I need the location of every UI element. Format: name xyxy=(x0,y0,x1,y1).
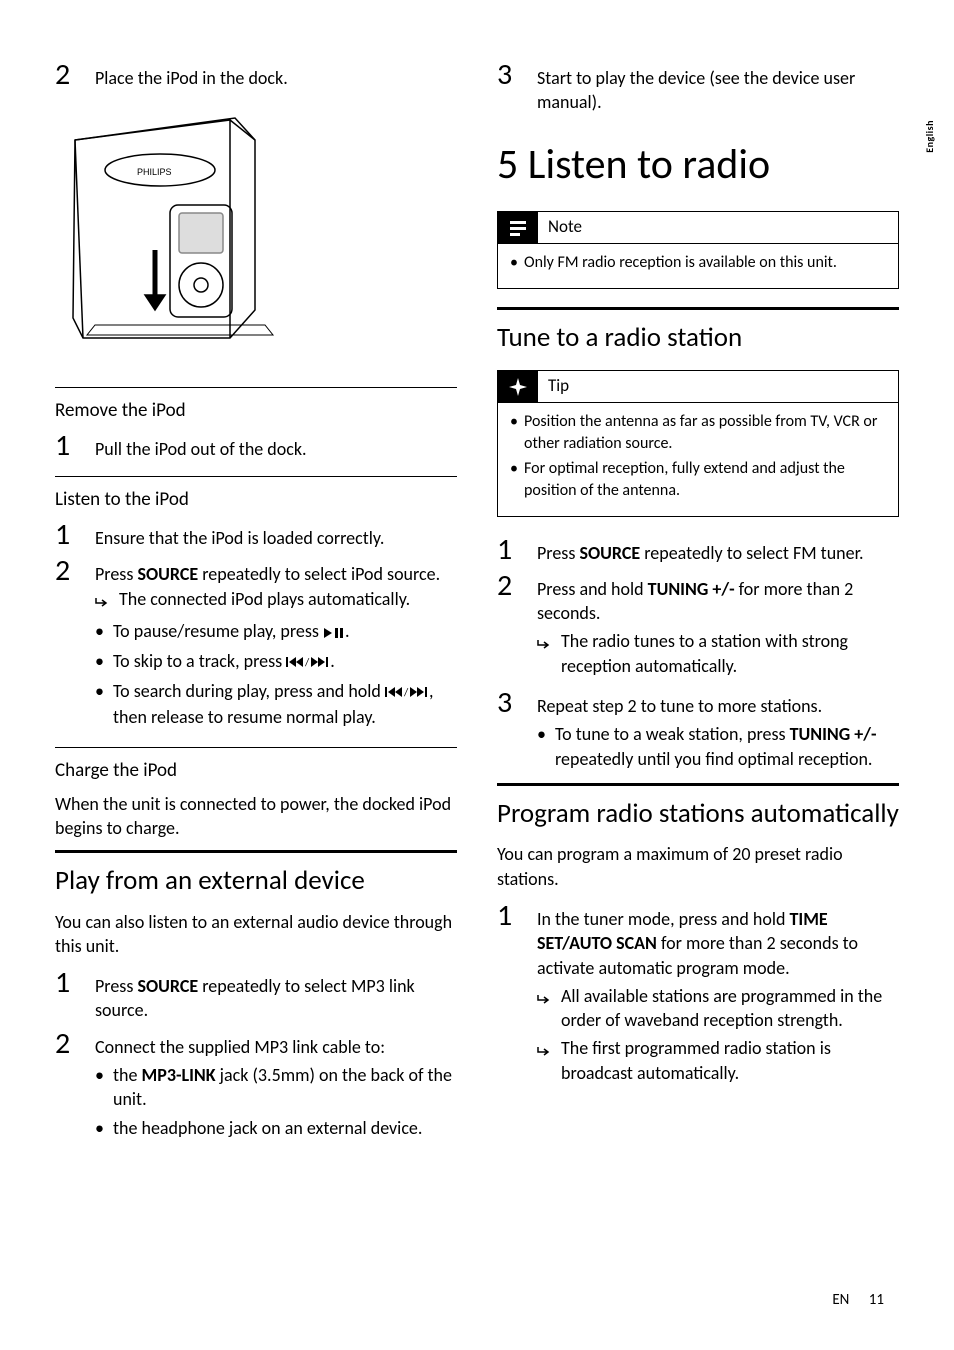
step-number: 3 xyxy=(497,60,521,90)
program-body: You can program a maximum of 20 preset r… xyxy=(497,842,899,891)
note-item: Only FM radio reception is available on … xyxy=(510,252,886,274)
result-arrow-icon xyxy=(537,633,551,657)
page-content: 2 Place the iPod in the dock. PHILIPS xyxy=(0,0,954,1350)
footer-lang: EN xyxy=(832,1291,849,1309)
skip-prev-next-icon: / xyxy=(286,650,330,674)
result-arrow-icon xyxy=(537,988,551,1012)
list-item: the headphone jack on an external device… xyxy=(113,1116,457,1140)
step-text: Press SOURCE repeatedly to select FM tun… xyxy=(537,537,899,565)
step-tune-2: 2 Press and hold TUNING +/- for more tha… xyxy=(497,571,899,682)
svg-text:PHILIPS: PHILIPS xyxy=(137,167,172,177)
step-ext-1: 1 Press SOURCE repeatedly to select MP3 … xyxy=(55,968,457,1023)
tip-callout: Tip Position the antenna as far as possi… xyxy=(497,370,899,516)
step-number: 2 xyxy=(55,556,79,586)
step-text: In the tuner mode, press and hold TIME S… xyxy=(537,903,899,1089)
step-text: Connect the supplied MP3 link cable to: … xyxy=(95,1031,457,1144)
svg-text:/: / xyxy=(403,686,409,698)
step-tune-1: 1 Press SOURCE repeatedly to select FM t… xyxy=(497,535,899,565)
step-text: Press and hold TUNING +/- for more than … xyxy=(537,573,899,682)
step-ext-2: 2 Connect the supplied MP3 link cable to… xyxy=(55,1029,457,1144)
step-text: Press SOURCE repeatedly to select MP3 li… xyxy=(95,970,457,1023)
result-text: All available stations are programmed in… xyxy=(561,984,899,1033)
step-remove-1: 1 Pull the iPod out of the dock. xyxy=(55,431,457,461)
step-number: 1 xyxy=(55,431,79,461)
step-place-ipod: 2 Place the iPod in the dock. xyxy=(55,60,457,90)
step-number: 1 xyxy=(497,535,521,565)
list-item: To pause/resume play, press . xyxy=(113,619,457,645)
step-start-device: 3 Start to play the device (see the devi… xyxy=(497,60,899,115)
heading-tune: Tune to a radio station xyxy=(497,320,899,356)
step-number: 2 xyxy=(55,60,79,90)
note-icon xyxy=(498,212,538,243)
step-number: 1 xyxy=(55,968,79,998)
step-listen-1: 1 Ensure that the iPod is loaded correct… xyxy=(55,520,457,550)
skip-prev-next-icon: / xyxy=(385,680,429,704)
page-footer: EN 11 xyxy=(832,1290,884,1310)
language-tab: English xyxy=(923,120,937,153)
step-text: Place the iPod in the dock. xyxy=(95,62,457,90)
chapter-title: 5 Listen to radio xyxy=(497,137,899,194)
result-text: The radio tunes to a station with strong… xyxy=(561,629,899,678)
step-program-1: 1 In the tuner mode, press and hold TIME… xyxy=(497,901,899,1089)
list-item: To skip to a track, press /. xyxy=(113,649,457,675)
result-text: The connected iPod plays automatically. xyxy=(119,587,457,611)
heading-play-external: Play from an external device xyxy=(55,863,457,899)
heading-remove-ipod: Remove the iPod xyxy=(55,398,457,424)
result-arrow-icon xyxy=(95,591,109,615)
step-number: 1 xyxy=(55,520,79,550)
ext-body: You can also listen to an external audio… xyxy=(55,910,457,959)
heading-listen-ipod: Listen to the iPod xyxy=(55,487,457,513)
list-item: To search during play, press and hold /,… xyxy=(113,679,457,729)
tip-label: Tip xyxy=(538,371,579,402)
right-column: 3 Start to play the device (see the devi… xyxy=(497,60,899,1310)
result-arrow-icon xyxy=(537,1040,551,1064)
tip-icon xyxy=(498,371,538,402)
step-tune-3: 3 Repeat step 2 to tune to more stations… xyxy=(497,688,899,775)
note-callout: Note Only FM radio reception is availabl… xyxy=(497,211,899,289)
step-text: Ensure that the iPod is loaded correctly… xyxy=(95,522,457,550)
heading-charge-ipod: Charge the iPod xyxy=(55,758,457,784)
step-text: Pull the iPod out of the dock. xyxy=(95,433,457,461)
step-number: 2 xyxy=(497,571,521,601)
step-number: 2 xyxy=(55,1029,79,1059)
tip-item: For optimal reception, fully extend and … xyxy=(510,458,886,501)
play-pause-icon xyxy=(323,621,345,645)
step-text: Start to play the device (see the device… xyxy=(537,62,899,115)
result-text: The first programmed radio station is br… xyxy=(561,1036,899,1085)
list-item: To tune to a weak station, press TUNING … xyxy=(555,722,899,771)
tip-item: Position the antenna as far as possible … xyxy=(510,411,886,454)
step-number: 3 xyxy=(497,688,521,718)
step-text: Press SOURCE repeatedly to select iPod s… xyxy=(95,558,457,732)
left-column: 2 Place the iPod in the dock. PHILIPS xyxy=(55,60,457,1310)
step-text: Repeat step 2 to tune to more stations. … xyxy=(537,690,899,775)
heading-program: Program radio stations automatically xyxy=(497,796,899,832)
step-listen-2: 2 Press SOURCE repeatedly to select iPod… xyxy=(55,556,457,732)
note-label: Note xyxy=(538,212,592,243)
ipod-dock-illustration: PHILIPS xyxy=(55,100,457,366)
step-number: 1 xyxy=(497,901,521,931)
svg-text:/: / xyxy=(304,656,310,668)
charge-body: When the unit is connected to power, the… xyxy=(55,792,457,841)
footer-page-number: 11 xyxy=(869,1291,884,1309)
list-item: the MP3-LINK jack (3.5mm) on the back of… xyxy=(113,1063,457,1112)
